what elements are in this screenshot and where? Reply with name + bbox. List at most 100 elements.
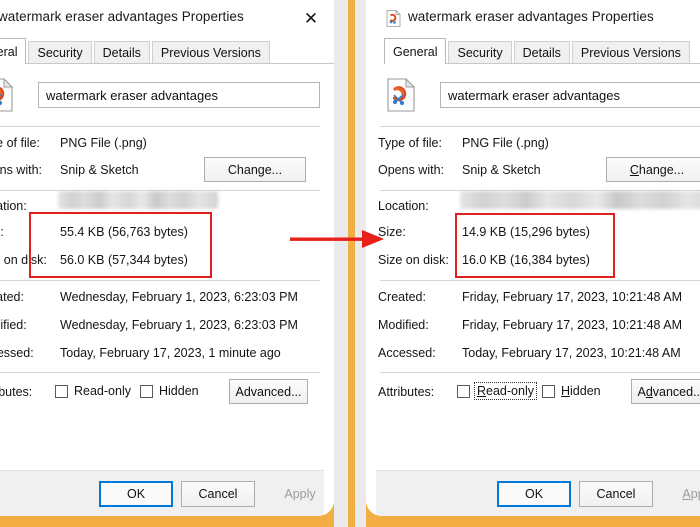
size-highlight-box [29, 212, 212, 278]
tab-details[interactable]: Details [513, 41, 570, 64]
advanced-button-label: Advanced... [235, 384, 302, 399]
field-label: Opens with: [0, 163, 43, 177]
field-value: 56.0 KB (57,344 bytes) [60, 253, 188, 267]
tab-security[interactable]: Security [448, 41, 512, 64]
tab-label: General [0, 44, 18, 59]
field-label: Size on disk: [0, 253, 47, 267]
divider-4 [380, 372, 700, 373]
close-icon[interactable]: ✕ [300, 9, 322, 29]
comparison-stage: watermark eraser advantages Properties ✕… [0, 0, 700, 527]
field-label: Location: [378, 199, 429, 213]
readonly-checkbox[interactable]: Read-only [55, 384, 131, 398]
gap-strip-accent [348, 0, 355, 527]
divider-3 [380, 280, 700, 281]
divider-1 [380, 126, 700, 127]
location-redacted-value [58, 191, 218, 209]
tab-security[interactable]: Security [28, 41, 92, 64]
ok-button[interactable]: OK [99, 481, 173, 507]
properties-dialog-before[interactable]: watermark eraser advantages Properties ✕… [0, 0, 334, 516]
dialog-footer-before: OK Cancel Apply [0, 470, 324, 516]
advanced-button[interactable]: Advanced... [631, 379, 700, 404]
cancel-button[interactable]: Cancel [579, 481, 653, 507]
location-redacted-value [460, 191, 700, 209]
tabstrip-before: General Security Details Previous Versio… [0, 38, 334, 64]
tab-general[interactable]: General [0, 38, 27, 64]
change-button-label: Change... [629, 162, 685, 177]
filename-input[interactable]: watermark eraser advantages [440, 82, 700, 108]
png-file-icon-small [386, 9, 401, 27]
field-label: Location: [0, 199, 27, 213]
apply-button-label: Apply [682, 487, 700, 501]
field-label: Accessed: [0, 346, 34, 360]
field-label: Size: [0, 225, 4, 239]
red-arrow [290, 230, 384, 248]
readonly-checkbox[interactable]: Read-only [457, 382, 537, 400]
divider-4 [0, 372, 320, 373]
apply-button: Apply [263, 481, 334, 507]
checkbox-box [140, 384, 153, 398]
png-file-icon [386, 77, 416, 112]
cancel-button[interactable]: Cancel [181, 481, 255, 507]
general-tab-content-after: watermark eraser advantages Type of file… [366, 64, 700, 516]
field-value: PNG File (.png) [462, 136, 549, 150]
tab-label: Security [37, 46, 83, 60]
cancel-button-label: Cancel [198, 487, 238, 501]
change-button-label: Change... [227, 162, 283, 177]
titlebar-before: watermark eraser advantages Properties ✕ [0, 0, 334, 38]
ok-button-label: OK [126, 487, 146, 501]
checkbox-label: Hidden [159, 384, 199, 398]
field-label: Accessed: [378, 346, 436, 360]
tab-label: Details [102, 46, 141, 60]
field-value: Today, February 17, 2023, 10:21:48 AM [462, 346, 681, 360]
gap-strip-left [334, 0, 348, 527]
field-label: Type of file: [0, 136, 40, 150]
checkbox-box [542, 384, 555, 398]
filename-input[interactable]: watermark eraser advantages [38, 82, 320, 108]
tabstrip-after: General Security Details Previous Versio… [366, 38, 700, 64]
tab-general[interactable]: General [384, 38, 447, 64]
apply-button: Apply [661, 481, 700, 507]
field-value: PNG File (.png) [60, 136, 147, 150]
checkbox-box [55, 384, 68, 398]
file-name-row: watermark eraser advantages [0, 77, 334, 120]
field-label: Attributes: [378, 385, 435, 399]
filename-value: watermark eraser advantages [46, 87, 218, 103]
hidden-checkbox[interactable]: Hidden [140, 384, 199, 398]
window-title: watermark eraser advantages Properties [408, 9, 654, 24]
field-value: Wednesday, February 1, 2023, 6:23:03 PM [60, 290, 298, 304]
checkbox-box [457, 384, 470, 398]
tab-label: Previous Versions [580, 46, 681, 60]
gap-strip-right [355, 0, 366, 527]
field-label: Created: [0, 290, 24, 304]
field-value: Snip & Sketch [60, 163, 139, 177]
checkbox-label: Hidden [561, 384, 601, 398]
window-title: watermark eraser advantages Properties [0, 9, 244, 24]
tab-details[interactable]: Details [93, 41, 150, 64]
tab-label: Security [457, 46, 503, 60]
properties-dialog-after[interactable]: watermark eraser advantages Properties G… [366, 0, 700, 516]
tab-label: Previous Versions [160, 46, 261, 60]
field-value: Wednesday, February 1, 2023, 6:23:03 PM [60, 318, 298, 332]
tab-previous-versions[interactable]: Previous Versions [151, 41, 270, 64]
field-value: 55.4 KB (56,763 bytes) [60, 225, 188, 239]
field-label: Type of file: [378, 136, 442, 150]
field-label: Modified: [378, 318, 429, 332]
general-tab-content-before: watermark eraser advantages Type of file… [0, 64, 334, 516]
advanced-button[interactable]: Advanced... [229, 379, 308, 404]
field-value: Friday, February 17, 2023, 10:21:48 AM [462, 318, 683, 332]
field-value: 14.9 KB (15,296 bytes) [462, 225, 590, 239]
tab-label: Details [522, 46, 561, 60]
advanced-button-label: Advanced... [637, 384, 700, 399]
png-file-icon [0, 77, 14, 112]
change-button[interactable]: Change... [606, 157, 700, 182]
hidden-checkbox[interactable]: Hidden [542, 384, 601, 398]
field-label: Size on disk: [378, 253, 449, 267]
size-highlight-box [455, 213, 615, 278]
field-value: Friday, February 17, 2023, 10:21:48 AM [462, 290, 683, 304]
tab-previous-versions[interactable]: Previous Versions [571, 41, 690, 64]
field-label: Attributes: [0, 385, 33, 399]
tab-label: General [393, 44, 438, 59]
ok-button[interactable]: OK [497, 481, 571, 507]
change-button[interactable]: Change... [204, 157, 306, 182]
file-name-row: watermark eraser advantages [366, 77, 700, 120]
